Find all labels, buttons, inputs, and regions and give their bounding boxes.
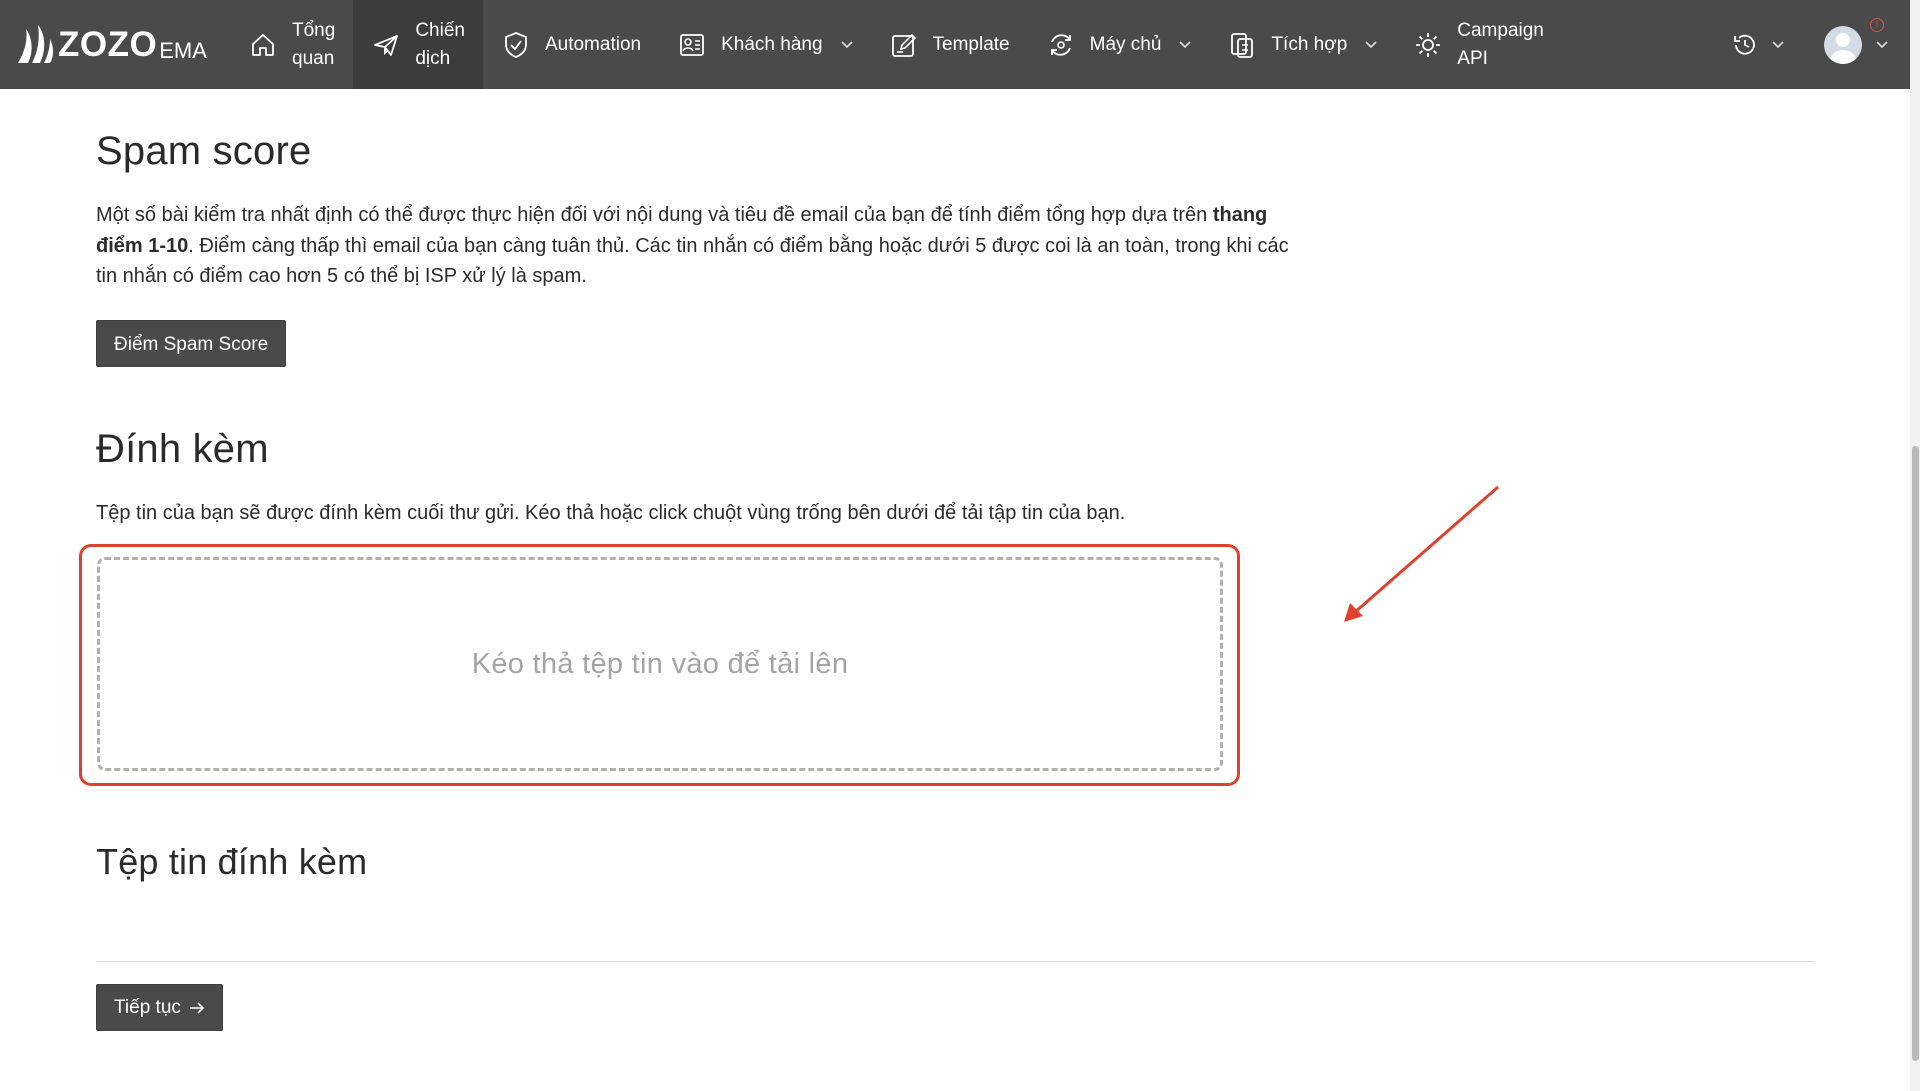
chevron-down-icon xyxy=(1365,40,1377,48)
continue-button[interactable]: Tiếp tục xyxy=(96,984,223,1031)
gear-api-icon xyxy=(1416,32,1441,57)
nav-item-campaign-api[interactable]: Campaign API xyxy=(1395,0,1562,89)
nav-item-integrations[interactable]: Tích hợp xyxy=(1209,0,1395,89)
chevron-down-icon xyxy=(1876,40,1888,48)
page-scrollbar-thumb[interactable] xyxy=(1912,446,1919,1061)
chevron-down-icon xyxy=(840,40,853,48)
spam-score-description: Một số bài kiểm tra nhất định có thể đượ… xyxy=(96,200,1301,292)
server-sync-icon xyxy=(1050,33,1071,56)
nav-label: Campaign API xyxy=(1457,19,1544,69)
continue-label: Tiếp tục xyxy=(114,997,181,1018)
arrow-right-icon xyxy=(189,1001,205,1014)
attached-files-title: Tệp tin đính kèm xyxy=(96,841,368,882)
nav-item-customers[interactable]: Khách hàng xyxy=(659,0,870,89)
nav-label: Chiến dịch xyxy=(415,19,465,69)
nav-item-servers[interactable]: Máy chủ xyxy=(1028,0,1210,89)
spam-score-title: Spam score xyxy=(96,129,312,173)
nav-right-tools xyxy=(1732,0,1910,89)
nav-label: Tổng quan xyxy=(292,19,336,69)
zozo-logo-icon xyxy=(18,24,53,63)
file-dropzone[interactable]: Kéo thả tệp tin vào để tải lên xyxy=(97,557,1223,771)
brand-logo[interactable]: ZOZO EMA xyxy=(0,0,230,89)
contact-list-icon xyxy=(680,33,704,56)
attachment-description: Tệp tin của bạn sẽ được đính kèm cuối th… xyxy=(96,502,1126,524)
history-button[interactable] xyxy=(1732,32,1784,58)
nav-label: Automation xyxy=(544,33,642,55)
section-divider xyxy=(96,961,1815,962)
spam-desc-prefix: Một số bài kiểm tra nhất định có thể đượ… xyxy=(96,204,1213,226)
paper-plane-icon xyxy=(374,34,399,56)
user-avatar-icon xyxy=(1824,25,1862,64)
brand-name: ZOZO xyxy=(58,24,158,64)
nav-item-campaigns[interactable]: Chiến dịch xyxy=(353,0,483,89)
history-icon xyxy=(1734,34,1755,55)
home-icon xyxy=(252,33,274,56)
integration-icon xyxy=(1231,32,1254,58)
annotation-arrow xyxy=(1344,485,1499,622)
nav-item-automation[interactable]: Automation xyxy=(483,0,659,89)
brand-suffix: EMA xyxy=(159,37,207,63)
spam-score-button[interactable]: Điểm Spam Score xyxy=(96,320,287,367)
dropzone-label: Kéo thả tệp tin vào để tải lên xyxy=(471,647,849,680)
nav-label: Khách hàng xyxy=(721,33,823,55)
nav-item-overview[interactable]: Tổng quan xyxy=(230,0,353,89)
nav-label: Tích hợp xyxy=(1271,33,1348,55)
spam-desc-suffix: . Điểm càng thấp thì email của bạn càng … xyxy=(96,234,1289,288)
nav-label: Template xyxy=(932,33,1010,55)
nav-item-template[interactable]: Template xyxy=(871,0,1028,89)
attachment-title: Đính kèm xyxy=(96,427,269,471)
check-badge-icon xyxy=(505,31,527,58)
chevron-down-icon xyxy=(1772,40,1784,48)
info-alert-icon[interactable]: ! xyxy=(1870,18,1884,32)
top-navigation-bar: ZOZO EMA Tổng quan Chiến dịch Automation xyxy=(0,0,1910,89)
chevron-down-icon xyxy=(1179,40,1192,48)
nav-label: Máy chủ xyxy=(1089,33,1162,55)
edit-template-icon xyxy=(891,33,916,57)
